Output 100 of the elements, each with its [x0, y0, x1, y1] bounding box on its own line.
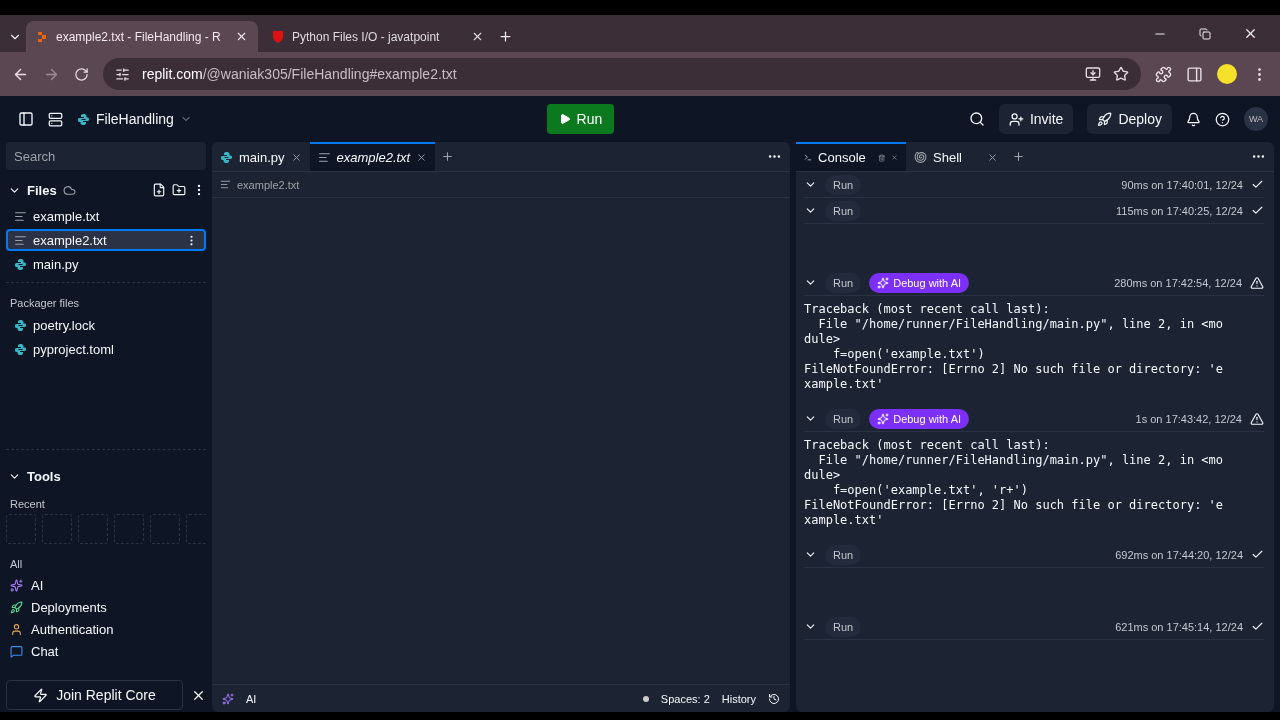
help-icon[interactable] [1215, 111, 1230, 127]
history-button[interactable]: History [721, 692, 756, 705]
run-time: 115ms on 17:40:25, 12/24 [1116, 204, 1243, 217]
file-item[interactable]: example.txt [6, 205, 206, 227]
editor-tab[interactable]: main.py [212, 142, 310, 171]
invite-button[interactable]: Invite [998, 104, 1074, 134]
add-tab-icon[interactable] [441, 150, 455, 163]
shield-icon [272, 29, 284, 44]
run-label: Run [825, 272, 862, 293]
sparkle-icon [877, 412, 890, 425]
console-output: Traceback (most recent call last): File "/home/runner/FileHandling/main.py", line 2, in <mo dule> f=open('example.txt', 'r+') FileNotFoundError: [Errno 2] No such file or directory: 'e xample.txt' [804, 438, 1225, 528]
browser-tab[interactable]: example2.txt - FileHandling - R [26, 21, 258, 52]
empty-slot [114, 514, 144, 544]
python-icon [77, 112, 90, 126]
ai-button[interactable]: AI [246, 692, 257, 705]
join-core-button[interactable]: Join Replit Core [6, 680, 183, 710]
run-time: 692ms on 17:44:20, 12/24 [1115, 548, 1243, 561]
install-icon[interactable] [1085, 66, 1101, 82]
text-file-icon [14, 209, 27, 223]
status-dot [642, 695, 649, 702]
section-label: Recent [9, 497, 46, 512]
run-label: Run [825, 544, 862, 565]
run-label: Run [825, 408, 862, 429]
tool-item[interactable]: Deployments [6, 596, 206, 618]
empty-slot [42, 514, 72, 544]
console-output: Traceback (most recent call last): File "/home/runner/FileHandling/main.py", line 2, in <mo dule> f=open('example.txt') FileNotFoundError: [Errno 2] No such file or directory: 'e xample.txt' [804, 302, 1225, 392]
tab-title: Python Files I/O - javatpoint [292, 29, 441, 44]
text-file-icon [220, 179, 231, 190]
close-icon[interactable] [416, 152, 428, 163]
url-text: replit.com/@waniak305/FileHandling#example2.txt [142, 66, 457, 82]
file-item[interactable]: example2.txt [6, 229, 206, 251]
sparkle-icon [10, 578, 23, 592]
play-icon [558, 113, 571, 125]
lightning-icon [33, 687, 49, 703]
deploy-button[interactable]: Deploy [1087, 104, 1172, 134]
python-icon [14, 257, 27, 271]
browser-tab[interactable]: Python Files I/O - javatpoint [262, 21, 494, 52]
empty-slot [78, 514, 108, 544]
tab-title: example2.txt - FileHandling - R [56, 29, 222, 44]
section-title: Tools [27, 468, 61, 484]
add-user-icon [1008, 111, 1024, 127]
console-tab[interactable]: Console [796, 142, 906, 171]
section-title: Files [27, 182, 57, 198]
console-tab[interactable]: Shell [906, 142, 1006, 171]
python-icon [220, 151, 233, 164]
extensions-icon[interactable] [1155, 65, 1172, 83]
text-file-icon [14, 233, 27, 247]
project-menu[interactable]: FileHandling [77, 111, 192, 127]
close-icon[interactable] [235, 30, 248, 43]
tool-item[interactable]: AI [6, 574, 206, 596]
tool-item[interactable]: Chat [6, 640, 206, 662]
breadcrumb[interactable]: example2.txt [237, 178, 300, 191]
new-tab-icon[interactable] [498, 29, 513, 44]
run-button[interactable]: Run [546, 104, 615, 134]
search-icon[interactable] [968, 111, 985, 127]
restore-icon[interactable] [1199, 28, 1211, 40]
close-icon[interactable] [1243, 26, 1258, 41]
sidebar-toggle-icon[interactable] [18, 111, 34, 127]
empty-slot [6, 514, 36, 544]
file-item[interactable]: pyproject.toml [6, 338, 206, 360]
run-label: Run [825, 200, 862, 221]
profile-avatar-icon[interactable] [1217, 64, 1237, 84]
section-label: All [9, 557, 24, 572]
address-bar[interactable]: replit.com/@waniak305/FileHandling#example2.txt [103, 58, 1141, 90]
add-tab-icon[interactable] [1012, 150, 1025, 163]
trash-icon[interactable] [877, 151, 886, 164]
file-item[interactable]: main.py [6, 253, 206, 275]
empty-slot [150, 514, 180, 544]
app-logo-icon [36, 30, 48, 43]
run-time: 1s on 17:43:42, 12/24 [1135, 412, 1242, 425]
user-icon [10, 622, 23, 636]
notifications-icon[interactable] [1186, 111, 1201, 127]
reload-icon[interactable] [74, 66, 89, 82]
side-panel-icon[interactable] [1186, 65, 1203, 83]
python-icon [14, 342, 27, 356]
python-icon [14, 318, 27, 332]
new-folder-icon[interactable] [172, 183, 186, 197]
run-time: 280ms on 17:42:54, 12/24 [1114, 276, 1242, 289]
file-item[interactable]: poetry.lock [6, 314, 206, 336]
debug-ai-button[interactable]: Debug with AI [869, 272, 970, 293]
section-label: Packager files [9, 296, 81, 311]
sparkle-icon [877, 276, 890, 289]
site-settings-icon[interactable] [115, 66, 130, 82]
run-time: 621ms on 17:45:14, 12/24 [1115, 620, 1243, 633]
run-label: Run [825, 174, 862, 195]
history-icon[interactable] [768, 692, 780, 705]
spaces-indicator[interactable]: Spaces: 2 [660, 692, 710, 705]
debug-ai-button[interactable]: Debug with AI [869, 408, 970, 429]
new-file-icon[interactable] [152, 183, 166, 197]
editor-tab[interactable]: example2.txt [309, 142, 436, 171]
user-avatar[interactable]: WA [1244, 107, 1268, 131]
tool-item[interactable]: Authentication [6, 618, 206, 640]
search-field[interactable]: Search [6, 142, 206, 170]
workspace-icon[interactable] [48, 111, 63, 127]
cloud-icon [62, 183, 76, 197]
sparkle-icon [222, 692, 234, 705]
close-icon[interactable] [471, 30, 484, 43]
run-label: Run [825, 616, 862, 637]
chat-icon [10, 644, 23, 658]
bookmark-star-icon[interactable] [1113, 66, 1129, 82]
